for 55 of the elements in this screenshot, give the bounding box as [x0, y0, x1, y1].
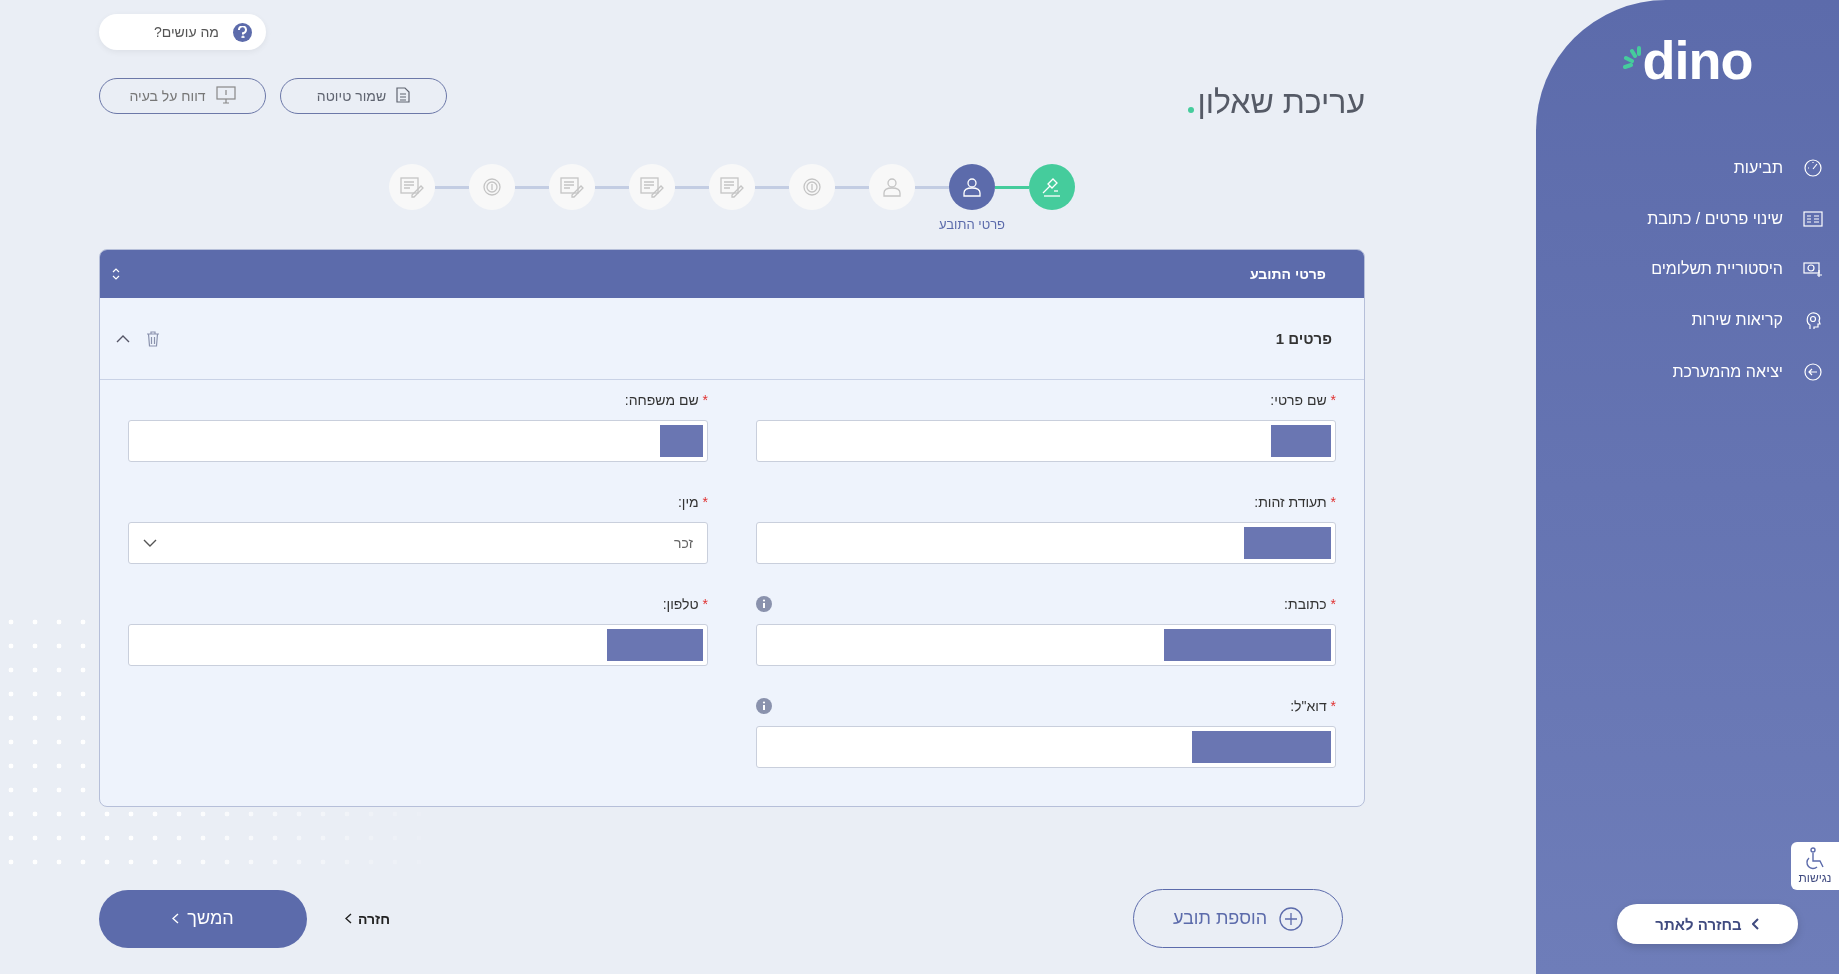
document-icon	[396, 86, 411, 106]
person-icon	[880, 175, 904, 199]
back-to-site-button[interactable]: בחזרה לאתר	[1617, 904, 1798, 944]
continue-button[interactable]: המשך	[99, 889, 307, 948]
field-label: * שם פרטי:	[1270, 392, 1336, 408]
field-label: * כתובת:	[1284, 596, 1336, 612]
question-icon	[233, 22, 252, 42]
panel-title: פרטי התובע	[1250, 266, 1326, 282]
coin-icon	[480, 175, 504, 199]
step-label: פרטי התובע	[939, 217, 1005, 232]
exit-icon	[1803, 362, 1823, 382]
chevron-icon	[1751, 918, 1760, 930]
field-label: * דוא"ל:	[1290, 698, 1336, 714]
input-field[interactable]	[756, 522, 1336, 564]
coin-icon	[800, 175, 824, 199]
field-label: * שם משפחה:	[624, 392, 708, 408]
page-title: עריכת שאלון	[1197, 84, 1365, 121]
logo: dino	[1642, 30, 1753, 90]
wheelchair-icon	[1804, 847, 1826, 871]
banknote-icon	[1803, 260, 1823, 278]
input-field[interactable]	[756, 726, 1336, 768]
trash-icon[interactable]	[146, 330, 160, 347]
field-label: * תעודת זהות:	[1254, 494, 1336, 510]
back-link[interactable]: חזרה	[339, 909, 397, 928]
field-label: * מין:	[677, 494, 708, 510]
list-icon	[1803, 210, 1823, 228]
input-field[interactable]	[756, 624, 1336, 666]
document-pen-icon	[559, 175, 585, 199]
chevron-icon	[172, 913, 180, 924]
gauge-icon	[1803, 158, 1823, 178]
sidebar-item[interactable]: היסטוריית תשלומים	[1651, 257, 1823, 281]
chevron-down-icon	[143, 539, 157, 547]
help-button[interactable]: מה עושים?	[99, 14, 266, 50]
monitor-icon	[215, 85, 236, 107]
plus-circle-icon	[1279, 906, 1304, 931]
section-title: פרטים 1	[1275, 330, 1332, 347]
sidebar-item[interactable]: שינוי פרטים / כתובת	[1647, 207, 1823, 231]
accessibility-button[interactable]: נגישות	[1791, 842, 1839, 890]
person-icon	[960, 175, 984, 199]
field-label: * טלפון:	[662, 596, 708, 612]
input-field[interactable]	[128, 420, 708, 462]
gender-dropdown[interactable]: זכר	[128, 522, 708, 564]
input-field[interactable]	[128, 624, 708, 666]
collapse-toggle[interactable]	[116, 334, 130, 343]
sidebar-item[interactable]: יציאה מהמערכת	[1672, 359, 1823, 385]
sort-toggle-icon[interactable]	[112, 268, 120, 280]
title-dot	[1188, 107, 1195, 113]
document-pen-icon	[639, 175, 665, 199]
sidebar-item[interactable]: תביעות	[1733, 155, 1823, 181]
sidebar-item[interactable]: קריאות שירות	[1691, 307, 1823, 333]
chevron-icon	[345, 913, 352, 924]
document-pen-icon	[399, 175, 425, 199]
step-button[interactable]	[949, 164, 995, 210]
document-pen-icon	[719, 175, 745, 199]
input-field[interactable]	[756, 420, 1336, 462]
